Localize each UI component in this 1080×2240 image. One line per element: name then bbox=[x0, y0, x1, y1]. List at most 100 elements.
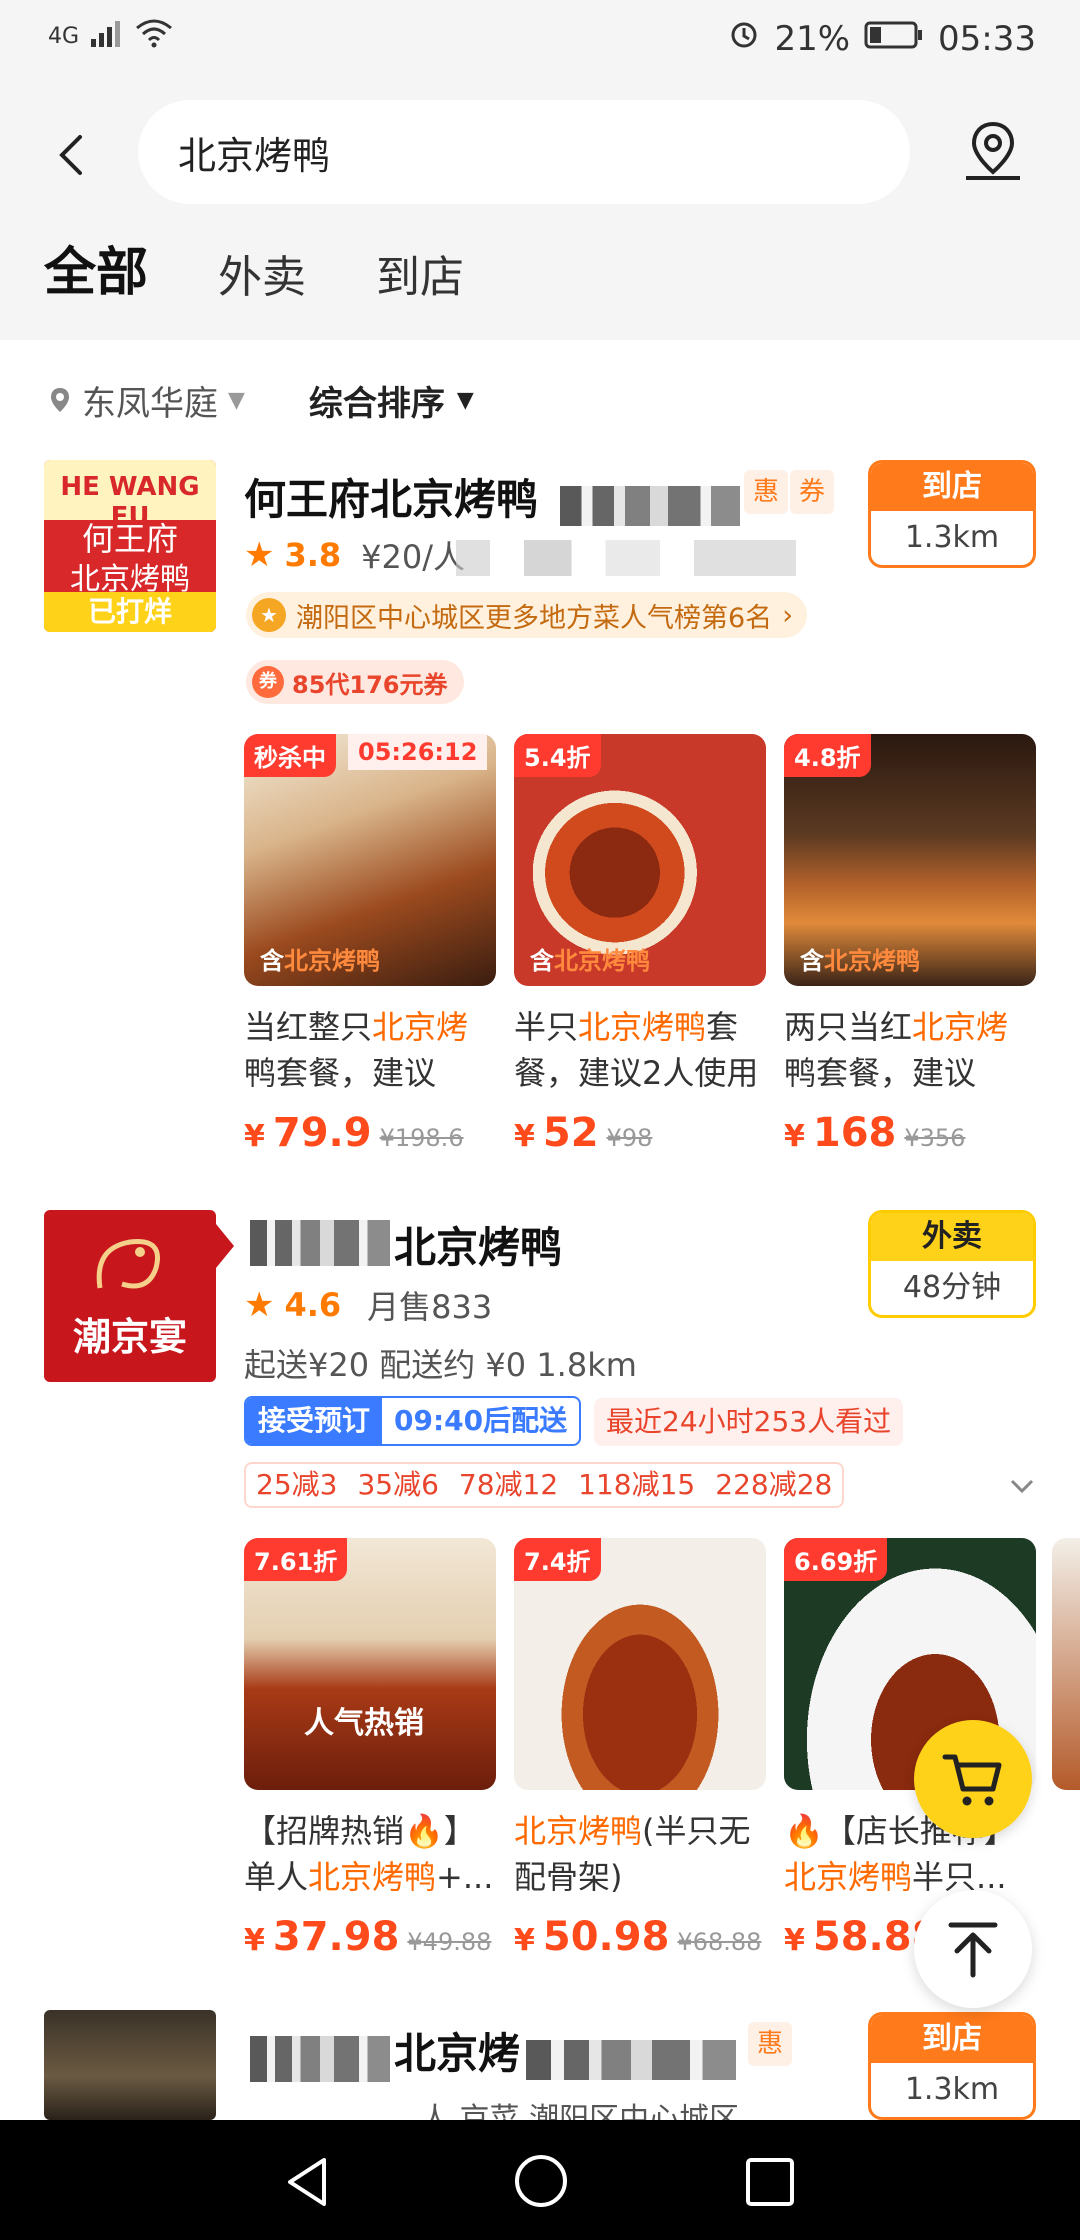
blurred-text bbox=[526, 2040, 736, 2080]
discount-tag: 惠 bbox=[744, 470, 788, 514]
location-filter[interactable]: 东凤华庭 ▼ bbox=[48, 376, 245, 425]
delivery-badge[interactable]: 外卖 48分钟 bbox=[868, 1210, 1036, 1318]
system-nav-bar bbox=[0, 2120, 1080, 2240]
closed-badge: 已打烊 bbox=[44, 592, 216, 632]
store-name[interactable]: 北京烤 bbox=[394, 2020, 520, 2081]
discount-tag: 5.4折 bbox=[514, 734, 601, 777]
star-icon: ★ bbox=[244, 535, 275, 575]
deal-card[interactable]: 7.4折 北京烤鸭(半只无 配骨架) ¥50.98 ¥68.88 bbox=[514, 1538, 766, 1960]
deal-image: 5.4折 含北京烤鸭 bbox=[514, 734, 766, 986]
deal-price: ¥37.98 ¥49.88 bbox=[244, 1914, 492, 1960]
nav-back-button[interactable] bbox=[280, 2154, 336, 2210]
coupon-tag: 券 bbox=[790, 470, 834, 514]
store-name[interactable]: 何王府北京烤鸭 bbox=[244, 466, 538, 527]
wifi-icon bbox=[135, 18, 173, 54]
deal-title: 北京烤鸭(半只无 配骨架) bbox=[514, 1812, 751, 1896]
nav-home-button[interactable] bbox=[512, 2152, 570, 2210]
tab-delivery[interactable]: 外卖 bbox=[218, 241, 306, 305]
deal-card-partial[interactable] bbox=[1052, 1538, 1080, 1790]
distance: 1.3km bbox=[904, 520, 1000, 555]
chevron-right-icon: › bbox=[782, 599, 793, 631]
in-store-badge[interactable]: 到店 1.3km bbox=[868, 460, 1036, 568]
deal-image: 秒杀中 05:26:12 含北京烤鸭 bbox=[244, 734, 496, 986]
discount-list: 25减3 35减6 78减12 118减15 228减28 bbox=[244, 1462, 845, 1508]
ranking-banner[interactable]: ★ 潮阳区中心城区更多地方菜人气榜第6名 › bbox=[246, 592, 807, 638]
battery-icon bbox=[864, 19, 924, 59]
includes-label: 含北京烤鸭 bbox=[530, 947, 650, 975]
includes-label: 含北京烤鸭 bbox=[260, 947, 380, 975]
coupon-text: 85代176元券 bbox=[292, 670, 448, 699]
reservation-tag: 接受预订 09:40后配送 bbox=[244, 1396, 582, 1446]
sort-label: 综合排序 bbox=[308, 383, 445, 424]
blurred-text bbox=[250, 2036, 390, 2082]
image-caption: 人气热销 bbox=[304, 1706, 424, 1741]
sort-filter[interactable]: 综合排序 ▼ bbox=[309, 376, 474, 425]
deal-card[interactable]: 7.61折 人气热销 【招牌热销🔥】 单人北京烤鸭+... ¥37.98 ¥49.8… bbox=[244, 1538, 496, 1960]
filter-bar: 东凤华庭 ▼ 综合排序 ▼ bbox=[48, 370, 1048, 430]
caret-down-icon: ▼ bbox=[456, 387, 474, 413]
location-label: 东凤华庭 bbox=[82, 383, 218, 424]
rating-score: 4.6 bbox=[284, 1286, 342, 1324]
coupon-pill[interactable]: 券 85代176元券 bbox=[246, 660, 464, 704]
viewed-count: 最近24小时253人看过 bbox=[594, 1398, 904, 1446]
back-arrow-icon bbox=[59, 135, 82, 175]
nav-recents-button[interactable] bbox=[742, 2154, 798, 2210]
square-recents-icon bbox=[746, 2158, 794, 2206]
rating-row: ★ 4.6 月售833 bbox=[244, 1282, 492, 1328]
reserve-time: 09:40后配送 bbox=[394, 1404, 568, 1437]
monthly-sales: 月售833 bbox=[367, 1288, 493, 1326]
tab-in-store[interactable]: 到店 bbox=[376, 241, 464, 305]
store-logo[interactable]: 潮京宴 bbox=[44, 1210, 216, 1382]
triangle-back-icon bbox=[288, 2158, 326, 2206]
signal-icon bbox=[89, 19, 125, 53]
alarm-icon bbox=[728, 18, 760, 59]
map-location-button[interactable] bbox=[958, 116, 1028, 186]
deal-price: ¥168 ¥356 bbox=[784, 1110, 966, 1156]
circle-home-icon bbox=[515, 2155, 567, 2207]
badge-type: 外卖 bbox=[871, 1213, 1033, 1261]
discount-tag: 7.4折 bbox=[514, 1538, 601, 1581]
delivery-info: 起送¥20 配送约 ¥0 1.8km bbox=[244, 1346, 637, 1384]
cart-button[interactable] bbox=[914, 1720, 1032, 1838]
medal-icon: ★ bbox=[252, 598, 286, 632]
reserve-label: 接受预订 bbox=[246, 1398, 383, 1444]
deal-title: 【招牌热销🔥】 单人北京烤鸭+... bbox=[244, 1812, 494, 1896]
deal-price: ¥79.9 ¥198.6 bbox=[244, 1110, 464, 1156]
back-to-top-button[interactable] bbox=[914, 1890, 1032, 2008]
delivery-time: 48分钟 bbox=[902, 1270, 1002, 1305]
deal-card[interactable]: 5.4折 含北京烤鸭 半只北京烤鸭套餐，建议2人使用 ¥52 ¥98 bbox=[514, 734, 766, 1156]
in-store-badge[interactable]: 到店 1.3km bbox=[868, 2012, 1036, 2120]
status-bar: 4G 21% 05:33 bbox=[0, 0, 1080, 80]
search-query: 北京烤鸭 bbox=[178, 133, 331, 178]
store-logo[interactable] bbox=[44, 2010, 216, 2120]
cart-icon bbox=[942, 1754, 1002, 1806]
deal-image: 7.61折 人气热销 bbox=[244, 1538, 496, 1790]
tab-all[interactable]: 全部 bbox=[44, 230, 148, 305]
map-pin-icon bbox=[966, 121, 1020, 180]
blurred-text bbox=[560, 486, 740, 526]
network-label: 4G bbox=[48, 23, 80, 49]
deal-card[interactable]: 秒杀中 05:26:12 含北京烤鸭 当红整只北京烤鸭套餐，建议3-... ¥7… bbox=[244, 734, 496, 1156]
status-right: 21% 05:33 bbox=[728, 18, 1036, 59]
deal-title: 半只北京烤鸭套餐，建议2人使用 bbox=[514, 1008, 759, 1092]
coupon-icon: 券 bbox=[252, 666, 284, 698]
includes-label: 含北京烤鸭 bbox=[800, 947, 920, 975]
tab-bar: 全部 外卖 到店 bbox=[44, 230, 464, 305]
logo-emblem-icon bbox=[96, 1239, 160, 1289]
back-button[interactable] bbox=[46, 120, 96, 190]
search-input[interactable]: 北京烤鸭 bbox=[138, 100, 910, 204]
deal-card[interactable]: 4.8折 含北京烤鸭 两只当红北京烤鸭套餐，建议6-... ¥168¥356 bbox=[784, 734, 1036, 1156]
battery-percent: 21% bbox=[774, 18, 851, 59]
badge-type: 到店 bbox=[871, 463, 1033, 511]
status-left: 4G bbox=[48, 18, 173, 54]
deal-image: 7.4折 bbox=[514, 1538, 766, 1790]
expand-chevron-icon[interactable] bbox=[1006, 1470, 1038, 1502]
rating-score: 3.8 bbox=[284, 536, 342, 574]
discount-item: 228减28 bbox=[715, 1468, 833, 1501]
store-name[interactable]: 北京烤鸭 bbox=[394, 1214, 562, 1275]
clock: 05:33 bbox=[938, 18, 1036, 59]
star-icon: ★ bbox=[244, 1285, 275, 1325]
deal-image: 4.8折 含北京烤鸭 bbox=[784, 734, 1036, 986]
store-logo[interactable]: HE WANG FU 何王府 北京烤鸭 已打烊 bbox=[44, 460, 216, 632]
header: 北京烤鸭 全部 外卖 到店 bbox=[0, 80, 1080, 340]
